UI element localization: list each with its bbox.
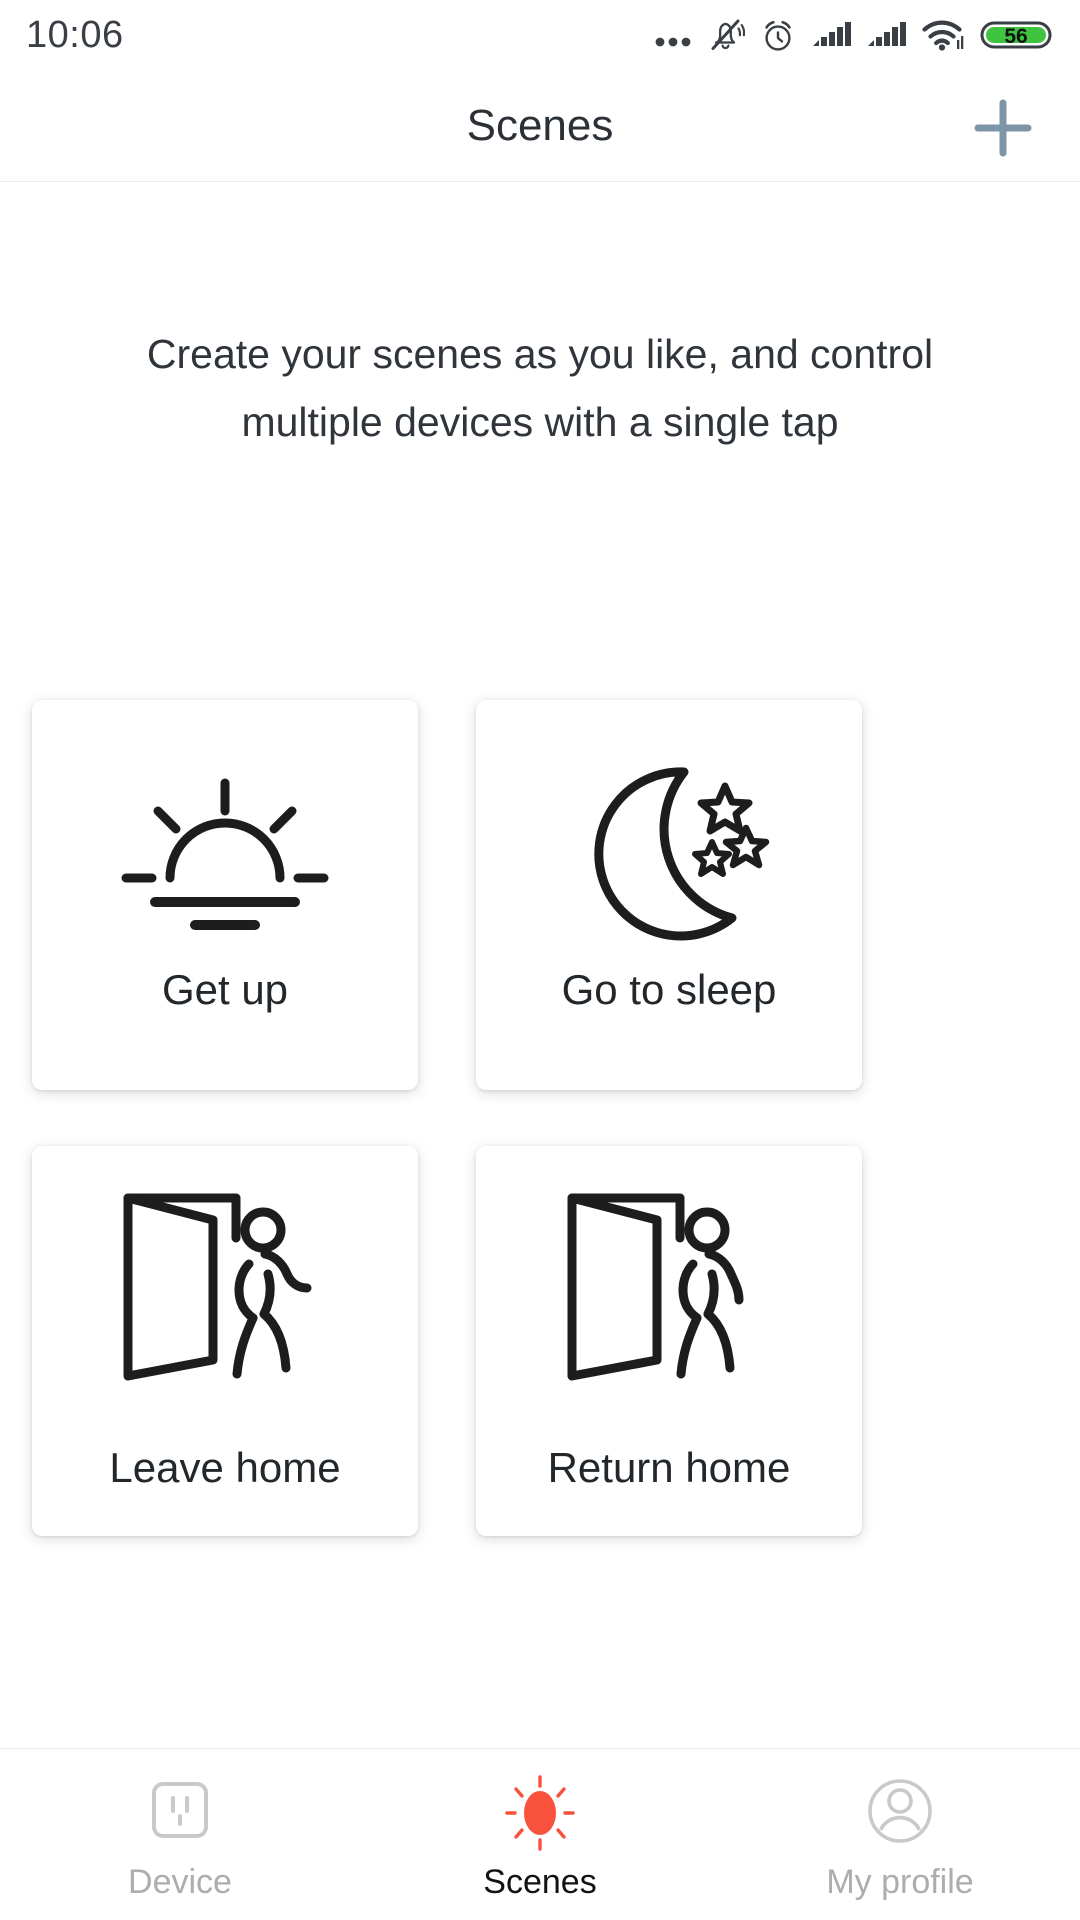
notifications-muted-icon	[711, 19, 745, 50]
user-circle-icon	[857, 1771, 943, 1857]
scene-label: Leave home	[109, 1444, 341, 1491]
status-bar-time: 10:06	[26, 13, 124, 56]
status-bar: 10:06 56	[0, 0, 1080, 70]
status-bar-icons: 56	[652, 15, 1054, 55]
door-person-entering-icon	[476, 1186, 862, 1386]
scenes-description: Create your scenes as you like, and cont…	[0, 320, 1080, 456]
battery-icon: 56	[980, 21, 1052, 49]
add-scene-button[interactable]	[948, 86, 1058, 170]
scene-label: Go to sleep	[561, 966, 777, 1013]
sunrise-icon	[32, 752, 418, 952]
sun-icon	[497, 1771, 583, 1857]
nav-item-device[interactable]: Device	[0, 1749, 360, 1920]
scene-card-leave-home[interactable]: Leave home	[32, 1146, 418, 1536]
nav-label: Device	[128, 1863, 232, 1901]
nav-item-my-profile[interactable]: My profile	[720, 1749, 1080, 1920]
page-title: Scenes	[466, 101, 614, 150]
signal-bars-1-icon	[813, 22, 851, 46]
battery-level-text: 56	[1004, 25, 1027, 48]
power-outlet-icon	[137, 1771, 223, 1857]
more-dots-icon	[655, 37, 691, 47]
moon-stars-icon	[476, 752, 862, 952]
scenes-grid: Get up Go to sleep Leave home Return hom…	[32, 700, 1048, 1536]
nav-item-scenes[interactable]: Scenes	[360, 1749, 720, 1920]
bottom-navigation: Device Scenes My profile	[0, 1748, 1080, 1920]
scene-card-return-home[interactable]: Return home	[476, 1146, 862, 1536]
nav-label: My profile	[826, 1863, 974, 1901]
door-person-leaving-icon	[32, 1186, 418, 1386]
wifi-icon	[922, 20, 964, 51]
nav-label: Scenes	[483, 1863, 597, 1901]
app-header: Scenes	[0, 70, 1080, 182]
scene-card-get-up[interactable]: Get up	[32, 700, 418, 1090]
scenes-description-line1: Create your scenes as you like, and cont…	[146, 331, 934, 377]
scene-label: Get up	[161, 966, 289, 1013]
plus-icon	[974, 99, 1032, 157]
alarm-clock-icon	[765, 20, 791, 51]
scenes-description-line2: multiple devices with a single tap	[241, 399, 839, 445]
scene-card-go-to-sleep[interactable]: Go to sleep	[476, 700, 862, 1090]
scene-label: Return home	[547, 1444, 791, 1491]
signal-bars-2-icon	[868, 22, 906, 46]
